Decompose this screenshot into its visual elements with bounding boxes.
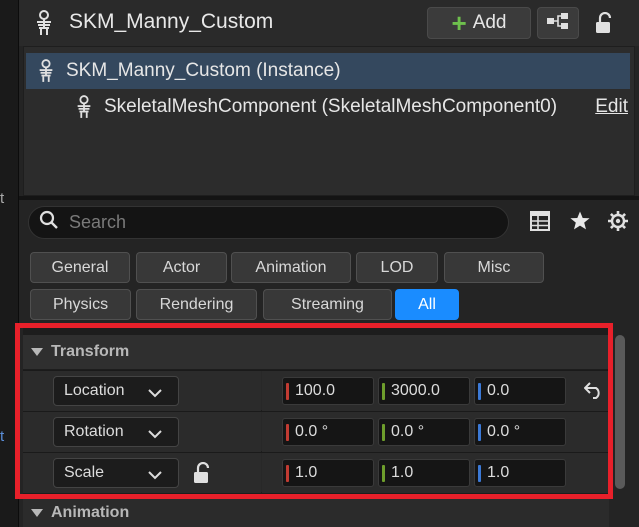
left-panel-edge: t t <box>0 0 19 527</box>
filter-chip-misc[interactable]: Misc <box>444 252 544 283</box>
category-header-animation[interactable]: Animation <box>23 499 609 527</box>
plus-icon: + <box>451 8 467 38</box>
property-row-rotation: Rotation 0.0 ° 0.0 ° 0.0 ° <box>23 411 609 452</box>
component-tree: SKM_Manny_Custom (Instance) SkeletalMesh… <box>23 46 635 196</box>
field-value: 1.0 <box>295 464 318 481</box>
splitter[interactable] <box>19 196 639 200</box>
collapse-triangle-icon <box>31 347 43 357</box>
rotation-x-field[interactable]: 0.0 ° <box>282 418 374 446</box>
field-value: 1.0 <box>391 464 414 481</box>
dropdown-label: Rotation <box>64 423 124 440</box>
axis-y-marker <box>382 465 385 482</box>
property-name-cell: Scale <box>23 453 261 493</box>
skeleton-icon <box>36 59 56 83</box>
property-value-cell: 100.0 3000.0 0.0 <box>262 371 609 411</box>
search-icon <box>39 210 59 235</box>
skeleton-icon <box>33 10 55 41</box>
reset-to-default-icon[interactable] <box>583 381 604 404</box>
axis-z-marker <box>478 465 481 482</box>
property-row-location: Location 100.0 3000.0 0.0 <box>23 370 609 411</box>
location-y-field[interactable]: 3000.0 <box>378 377 470 405</box>
tree-item-root-instance[interactable]: SKM_Manny_Custom (Instance) <box>26 53 630 89</box>
skeleton-icon <box>74 95 94 119</box>
chevron-down-icon <box>148 426 162 444</box>
property-value-cell: 0.0 ° 0.0 ° 0.0 ° <box>262 412 609 452</box>
filter-chip-lod[interactable]: LOD <box>356 252 438 283</box>
add-button-label: Add <box>472 12 507 33</box>
edit-component-link[interactable]: Edit <box>595 96 628 118</box>
rotation-y-field[interactable]: 0.0 ° <box>378 418 470 446</box>
table-view-icon[interactable] <box>529 210 551 237</box>
property-name-cell: Location <box>23 371 261 411</box>
axis-x-marker <box>286 424 289 441</box>
left-panel-text-fragment: t <box>0 190 5 207</box>
details-scrollbar[interactable] <box>615 335 625 489</box>
filter-chip-rendering[interactable]: Rendering <box>136 289 257 320</box>
field-value: 0.0 <box>487 382 510 399</box>
axis-z-marker <box>478 383 481 400</box>
chevron-down-icon <box>148 385 162 403</box>
blueprint-hierarchy-button[interactable] <box>537 7 579 39</box>
scale-mode-dropdown[interactable]: Scale <box>53 458 179 488</box>
star-icon[interactable] <box>569 210 591 237</box>
unlock-icon[interactable] <box>193 461 213 489</box>
search-placeholder: Search <box>69 212 127 232</box>
unlock-icon[interactable] <box>595 11 615 39</box>
search-input[interactable]: Search <box>28 206 509 239</box>
rotation-mode-dropdown[interactable]: Rotation <box>53 417 179 447</box>
filter-chip-animation[interactable]: Animation <box>231 252 351 283</box>
axis-x-marker <box>286 465 289 482</box>
scale-x-field[interactable]: 1.0 <box>282 459 374 487</box>
dropdown-label: Scale <box>64 464 105 481</box>
collapse-triangle-icon <box>31 508 43 518</box>
filter-chip-actor[interactable]: Actor <box>136 252 227 283</box>
axis-z-marker <box>478 424 481 441</box>
field-value: 1.0 <box>487 464 510 481</box>
location-z-field[interactable]: 0.0 <box>474 377 566 405</box>
tree-item-label: SKM_Manny_Custom (Instance) <box>66 60 341 81</box>
category-label: Transform <box>51 343 130 360</box>
location-mode-dropdown[interactable]: Location <box>53 376 179 406</box>
scale-y-field[interactable]: 1.0 <box>378 459 470 487</box>
properties-area: Transform Location 100.0 3000.0 0.0 Rota… <box>23 327 609 527</box>
details-panel: SKM_Manny_Custom + Add SKM_Manny_Custom … <box>19 0 639 527</box>
actor-title: SKM_Manny_Custom <box>69 10 274 33</box>
filter-chip-general[interactable]: General <box>30 252 130 283</box>
filter-chip-streaming[interactable]: Streaming <box>263 289 392 320</box>
dropdown-label: Location <box>64 382 125 399</box>
rotation-z-field[interactable]: 0.0 ° <box>474 418 566 446</box>
property-value-cell: 1.0 1.0 1.0 <box>262 453 609 493</box>
location-x-field[interactable]: 100.0 <box>282 377 374 405</box>
chevron-down-icon <box>148 467 162 485</box>
category-header-transform[interactable]: Transform <box>23 335 609 369</box>
property-row-scale: Scale 1.0 1.0 1.0 <box>23 452 609 493</box>
actor-header: SKM_Manny_Custom + Add <box>19 0 639 46</box>
tree-item-label: SkeletalMeshComponent (SkeletalMeshCompo… <box>104 96 558 117</box>
gear-icon[interactable] <box>607 210 629 237</box>
field-value: 3000.0 <box>391 382 440 399</box>
hierarchy-icon <box>546 12 570 35</box>
add-component-button[interactable]: + Add <box>427 7 531 39</box>
field-value: 0.0 ° <box>295 423 329 440</box>
axis-y-marker <box>382 424 385 441</box>
property-name-cell: Rotation <box>23 412 261 452</box>
left-panel-link-fragment: t <box>0 428 5 445</box>
filter-chip-physics[interactable]: Physics <box>30 289 131 320</box>
axis-x-marker <box>286 383 289 400</box>
filter-chip-all[interactable]: All <box>395 289 459 320</box>
field-value: 0.0 ° <box>391 423 425 440</box>
tree-item-skeletal-mesh-component[interactable]: SkeletalMeshComponent (SkeletalMeshCompo… <box>26 89 630 125</box>
field-value: 0.0 ° <box>487 423 521 440</box>
scale-z-field[interactable]: 1.0 <box>474 459 566 487</box>
axis-y-marker <box>382 383 385 400</box>
category-label: Animation <box>51 504 130 521</box>
field-value: 100.0 <box>295 382 336 399</box>
